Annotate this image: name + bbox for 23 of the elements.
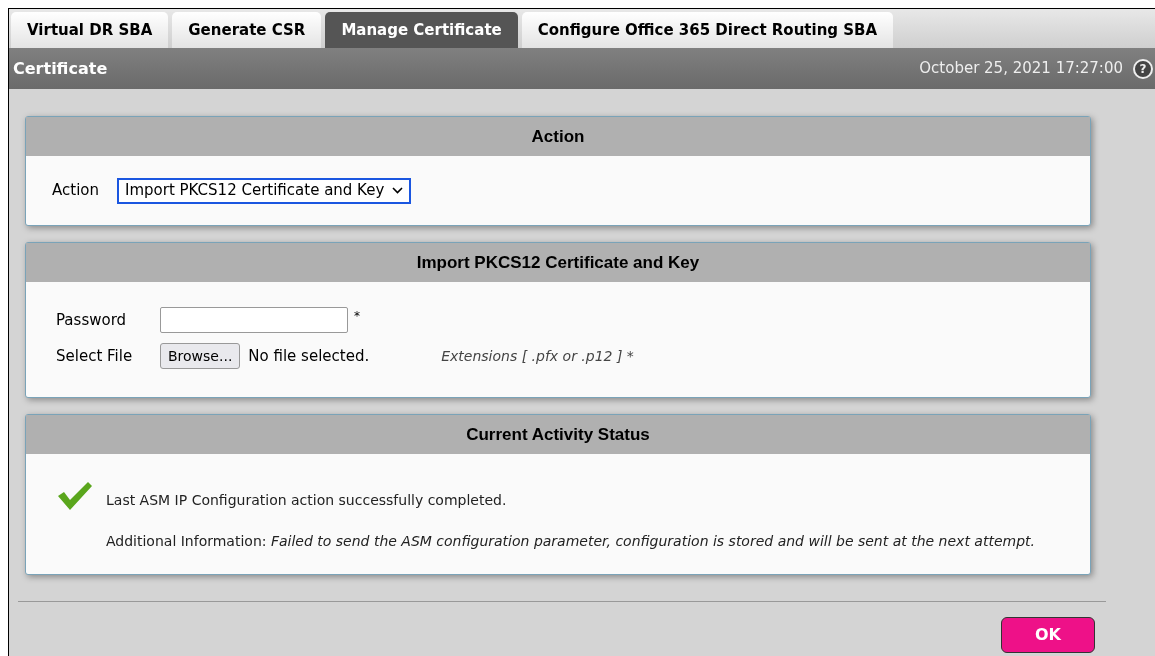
page-title: Certificate <box>13 57 108 80</box>
tab[interactable]: Virtual DR SBA <box>11 12 169 48</box>
panel-title: Action <box>531 125 585 148</box>
tab[interactable]: Configure Office 365 Direct Routing SBA <box>521 12 894 48</box>
extensions-note: Extensions [ .pfx or .p12 ] * <box>441 346 634 366</box>
browse-button[interactable]: Browse... <box>160 343 241 369</box>
panel-title: Import PKCS12 Certificate and Key <box>416 251 700 274</box>
select-file-label: Select File <box>56 345 134 367</box>
additional-info: Additional Information: Failed to send the ASM configuration parameter, configuration is stored and will be sent at the next attempt. <box>106 532 1035 551</box>
file-status: No file selected. <box>248 345 370 367</box>
help-icon[interactable]: ? <box>1133 58 1153 79</box>
tab[interactable]: Manage Certificate <box>325 12 518 48</box>
password-label: Password <box>56 309 128 331</box>
status-message: Last ASM IP Configuration action successfully completed. <box>106 491 508 510</box>
tab[interactable]: Generate CSR <box>172 12 322 48</box>
action-label: Action <box>52 180 99 202</box>
panel-title: Current Activity Status <box>466 423 650 446</box>
date-time: October 25, 2021 17:27:00 <box>919 58 1123 80</box>
password-field[interactable] <box>160 307 348 333</box>
chevron-down-icon <box>392 187 404 194</box>
required-mark: * <box>354 308 360 325</box>
action-dropdown[interactable]: Import PKCS12 Certificate and Key <box>117 177 412 204</box>
ok-button[interactable]: OK <box>1001 617 1095 653</box>
